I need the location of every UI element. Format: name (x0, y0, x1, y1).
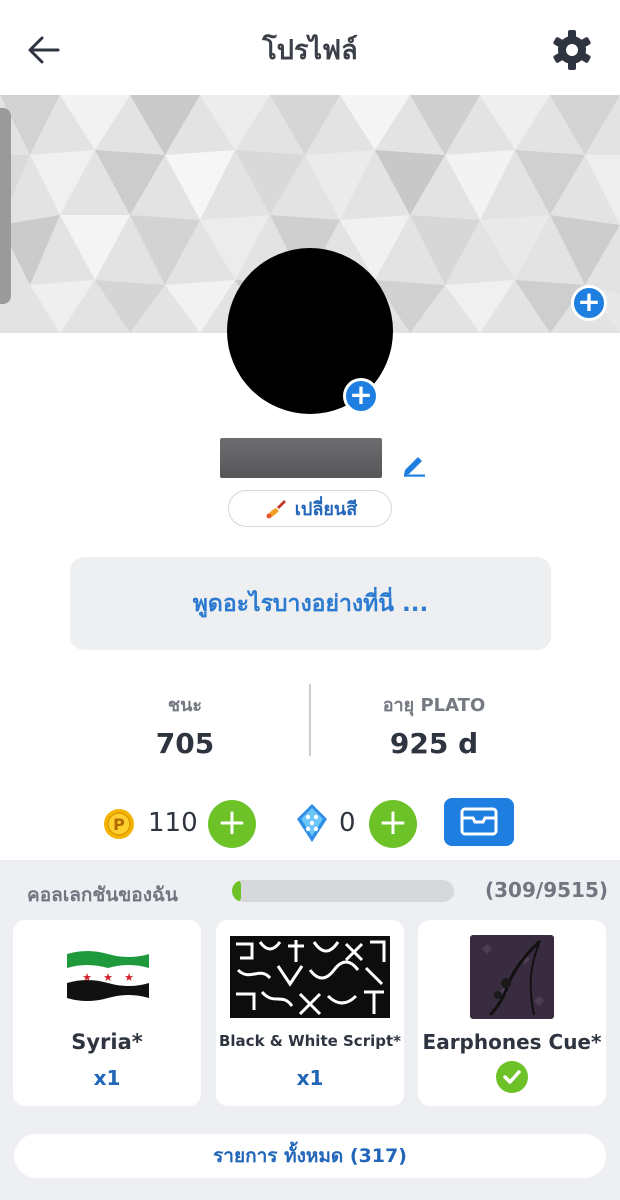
paintbrush-icon (266, 499, 286, 518)
collection-progress-bar (232, 880, 454, 902)
syria-flag-icon: ★ ★ ★ (67, 951, 149, 1001)
stat-label: ชนะ (167, 695, 203, 716)
status-input[interactable]: พูดอะไรบางอย่างที่นี่ ... (70, 557, 551, 650)
gem-balance: 0 (339, 808, 356, 838)
add-coins-button[interactable]: + (208, 800, 256, 848)
wallet-button[interactable] (444, 798, 514, 846)
all-items-button[interactable]: รายการ ทั้งหมด (317) (14, 1134, 606, 1178)
username-redacted (220, 438, 382, 478)
change-color-button[interactable]: เปลี่ยนสี (228, 490, 392, 527)
gem-icon (297, 804, 327, 842)
svg-text:P: P (113, 815, 125, 834)
collection-progress-text: (309/9515) (485, 878, 608, 902)
stat-wins: ชนะ 705 (85, 690, 285, 760)
avatar-add-icon[interactable]: + (343, 378, 379, 414)
stat-value: 705 (155, 727, 215, 760)
add-gems-button[interactable]: + (369, 800, 417, 848)
collection-card-syria[interactable]: ★ ★ ★ Syria* x1 (13, 920, 201, 1106)
page-title: โปรไฟล์ (262, 35, 358, 66)
collection-card-earphones-cue[interactable]: Earphones Cue* (418, 920, 606, 1106)
card-name: Syria* (71, 1030, 143, 1054)
card-name: Black & White Script* (218, 1032, 401, 1050)
all-items-label: รายการ ทั้งหมด (317) (213, 1145, 407, 1167)
pencil-icon[interactable] (400, 450, 428, 478)
earphones-cue-icon (470, 935, 554, 1019)
card-quantity: x1 (93, 1066, 121, 1090)
banner-add-icon[interactable]: + (571, 285, 607, 321)
header-bar: โปรไฟล์ (0, 0, 620, 95)
svg-text:★: ★ (124, 971, 134, 984)
coin-icon: P (104, 809, 134, 839)
side-panel-handle[interactable] (0, 108, 11, 304)
collection-card-bw-script[interactable]: Black & White Script* x1 (216, 920, 404, 1106)
inbox-icon (460, 807, 498, 836)
stat-value: 925 d (389, 727, 479, 760)
svg-text:★: ★ (103, 971, 113, 984)
status-placeholder: พูดอะไรบางอย่างที่นี่ ... (192, 590, 429, 617)
coin-balance: 110 (148, 808, 198, 838)
divider (309, 684, 311, 756)
gear-icon[interactable] (548, 26, 596, 74)
card-quantity: x1 (296, 1066, 324, 1090)
owned-check-icon (496, 1061, 528, 1093)
stat-plato-age: อายุ PLATO 925 d (334, 690, 534, 760)
collection-title: คอลเลกชันของฉัน (27, 884, 178, 906)
card-name: Earphones Cue* (422, 1030, 602, 1054)
change-color-label: เปลี่ยนสี (294, 499, 358, 520)
svg-text:★: ★ (82, 971, 92, 984)
stat-label: อายุ PLATO (382, 695, 486, 716)
bw-script-pattern-icon (230, 936, 390, 1018)
